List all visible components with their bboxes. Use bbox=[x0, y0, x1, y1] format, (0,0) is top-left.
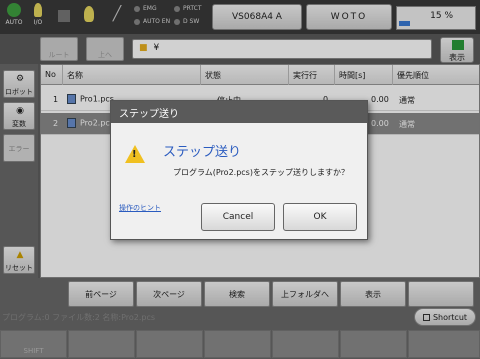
warning-mark: ! bbox=[132, 149, 137, 160]
ok-button[interactable]: OK bbox=[283, 203, 357, 231]
dialog-title: ステップ送り bbox=[111, 101, 367, 123]
dialog-heading: ステップ送り bbox=[163, 145, 242, 160]
step-dialog: ステップ送り ! ステップ送り プログラム(Pro2.pcs)をステップ送りしま… bbox=[110, 100, 368, 240]
operation-hint-link[interactable]: 操作のヒント bbox=[119, 203, 161, 213]
dialog-message: プログラム(Pro2.pcs)をステップ送りしますか？ bbox=[173, 168, 349, 177]
cancel-button[interactable]: Cancel bbox=[201, 203, 275, 231]
